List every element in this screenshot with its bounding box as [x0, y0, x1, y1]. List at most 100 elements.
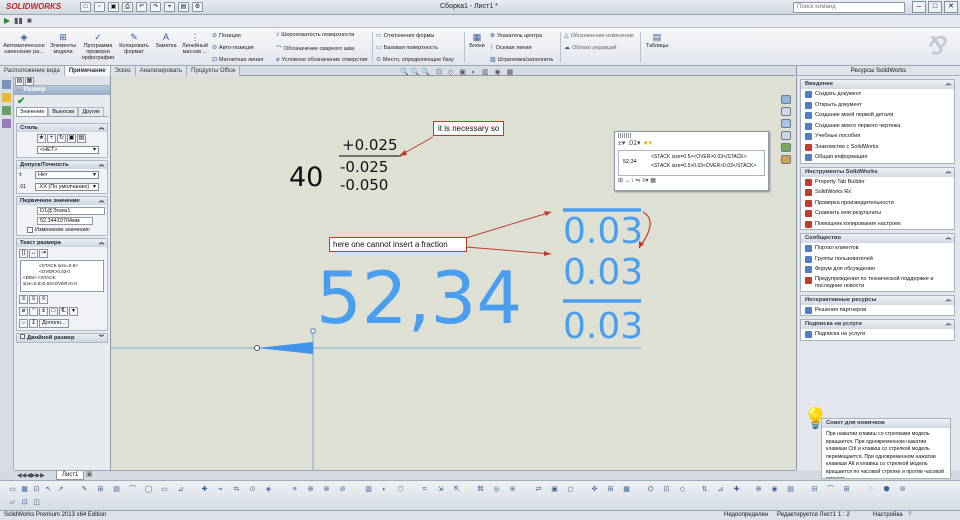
link-user-groups[interactable]: Группы пользователей [801, 254, 954, 265]
offset-text-icon[interactable]: ⇥ [39, 249, 48, 258]
centerline-button[interactable]: ┆ Осевая линия [490, 44, 532, 52]
link-solidworks-rx[interactable]: SolidWorks Rx [801, 187, 954, 198]
tool-icon-51[interactable]: ⊚ [898, 485, 907, 494]
tab-evaluate[interactable]: Анализировать [135, 66, 188, 76]
linear-pattern-button[interactable]: ⋮ Линейный массив ... [180, 32, 210, 55]
palette-style-icon[interactable]: ★▾ [643, 140, 653, 147]
depth-icon[interactable]: ↧ [29, 318, 38, 328]
config-manager-icon[interactable] [2, 106, 11, 115]
tool-icon-32[interactable]: ▣ [550, 485, 559, 494]
open-icon[interactable]: ▫ [94, 2, 105, 12]
link-intro-solidworks[interactable]: Знакомство с SolidWorks [801, 142, 954, 153]
collapse-icon[interactable]: ︽ [946, 234, 951, 243]
justify-right-icon[interactable]: ≡ [39, 295, 48, 304]
collapse-icon[interactable]: ︽ [946, 320, 951, 329]
maximize-button[interactable]: □ [928, 1, 942, 13]
pause-icon[interactable]: ▮▮ [14, 16, 23, 25]
precision-select[interactable]: .XX (По умолчанию) [35, 183, 99, 191]
link-open-doc[interactable]: Открыть документ [801, 100, 954, 111]
link-performance-check[interactable]: Проверка производительности [801, 198, 954, 209]
tool-icon-43[interactable]: ⊕ [754, 485, 763, 494]
add-parentheses-icon[interactable]: () [19, 249, 28, 258]
tool-icon-48[interactable]: ⊞ [842, 485, 851, 494]
tool-icon-28[interactable]: ⌘ [476, 485, 485, 494]
tool-icon-47[interactable]: ⌒ [826, 485, 835, 494]
tool-icon-46[interactable]: ⊟ [810, 485, 819, 494]
tool-icon-10[interactable]: ◯ [144, 485, 153, 494]
options-icon[interactable]: ⚙ [192, 2, 203, 12]
tool-icon-1[interactable]: ▭ [8, 485, 17, 494]
revision-symbol-button[interactable]: △ Обозначение изменения [564, 32, 634, 40]
justify-center-icon[interactable]: ≡ [29, 295, 38, 304]
tool-icon-35[interactable]: ⊞ [606, 485, 615, 494]
undo-icon[interactable]: ↶ [136, 2, 147, 12]
sheet-tab-1[interactable]: Лист1 [56, 471, 85, 480]
degree-icon[interactable]: ° [29, 307, 38, 316]
override-value-checkbox[interactable] [27, 227, 33, 233]
tool-icon-40[interactable]: ⇅ [700, 485, 709, 494]
tool-icon-19[interactable]: ⊕ [306, 485, 315, 494]
palette-text-box[interactable]: 52.34 <STACK size=0.5><OVER>0.03</STACK>… [618, 150, 765, 176]
tool-icon-50[interactable]: ⬢ [882, 485, 891, 494]
collapse-icon[interactable]: ︽ [99, 197, 104, 205]
center-line-icon[interactable]: ℄ [59, 307, 68, 316]
tool-icon-33[interactable]: ◻ [566, 485, 575, 494]
link-partner-solutions[interactable]: Решения партнеров [801, 305, 954, 316]
custom-props-icon[interactable] [781, 155, 791, 164]
heads-up-view-toolbar[interactable]: 🔍🔍🔍 ⊡ ◇ ▣ ◐ ▥ ◉ ▦ [400, 68, 515, 76]
tab-view-layout[interactable]: Расположение вида [0, 66, 65, 76]
dimension-text-area[interactable]: <STACK size=0.5><OVER>0.03</ <DIM> <STAC… [20, 260, 104, 292]
rebuild-icon[interactable]: ▤ [178, 2, 189, 12]
justify-left-icon[interactable]: ≡ [19, 295, 28, 304]
tool-icon-53[interactable]: ⊡ [20, 498, 29, 507]
auto-dimension-button[interactable]: ◈ Автоматическое нанесение ра... [2, 32, 46, 55]
center-dim-icon[interactable]: ↔ [29, 249, 38, 258]
ok-check-icon[interactable]: ✔ [17, 96, 25, 107]
drawing-canvas[interactable]: +0.025 -0.025 40 -0.050 it is necessary … [111, 76, 796, 470]
more-symbols-icon[interactable]: ▾ [69, 307, 78, 316]
style-add-icon[interactable]: + [47, 134, 56, 143]
hatch-fill-button[interactable]: ▨ Штриховка/заполнить [490, 56, 553, 64]
tool-icon-13[interactable]: ✚ [200, 485, 209, 494]
tool-icon-29[interactable]: ◎ [492, 485, 501, 494]
new-doc-icon[interactable]: □ [80, 2, 91, 12]
tool-icon-39[interactable]: ◇ [678, 485, 687, 494]
tab-annotation[interactable]: Примечание [64, 66, 111, 76]
tool-icon-2[interactable]: ▦ [20, 485, 29, 494]
tables-button[interactable]: ▤ Таблицы [642, 32, 672, 49]
tab-sketch[interactable]: Эскиз [110, 66, 136, 76]
resources-icon[interactable] [781, 95, 791, 104]
hole-callout-button[interactable]: ⌀ Условное обозначение отверстия [276, 56, 368, 64]
tool-icon-5[interactable]: ↗ [56, 485, 65, 494]
select-icon[interactable]: ⌖ [164, 2, 175, 12]
geometric-tolerance-button[interactable]: ▭ Отклонения формы [376, 32, 434, 40]
blocks-button[interactable]: ▦ Блоки [466, 32, 488, 49]
tool-icon-9[interactable]: ⌒ [128, 485, 137, 494]
tool-icon-49[interactable]: ◌ [866, 485, 875, 494]
tool-icon-26[interactable]: ⇲ [436, 485, 445, 494]
close-button[interactable]: ✕ [944, 1, 958, 13]
palette-tol-icon[interactable]: ±▾ [618, 140, 625, 147]
pm-tree-icon[interactable]: ▤ [15, 77, 24, 86]
link-compare-results[interactable]: Сравнить мои результаты [801, 208, 954, 219]
status-scale[interactable]: 1 : 2 [838, 511, 850, 520]
note-necessary[interactable]: it is necessary so [433, 121, 505, 136]
link-subscription[interactable]: Подписка на услуги [801, 329, 954, 340]
tool-icon-23[interactable]: ◐ [380, 485, 389, 494]
link-property-tab-builder[interactable]: Property Tab Builder [801, 177, 954, 188]
palette-symbols[interactable]: ⊞ ↔↕ ⇋ ≡▾ ▦ [615, 177, 768, 185]
help-icon[interactable]: ? [908, 511, 911, 520]
file-explorer-icon[interactable] [781, 119, 791, 128]
tool-icon-25[interactable]: ⌗ [420, 485, 429, 494]
tool-icon-42[interactable]: ✚ [732, 485, 741, 494]
minimize-button[interactable]: – [912, 1, 926, 13]
link-copy-settings[interactable]: Помощник копирования настроек [801, 219, 954, 230]
spell-check-button[interactable]: ✓ Программа проверки орфографии [80, 32, 116, 61]
tool-icon-3[interactable]: ⊡ [32, 485, 41, 494]
link-general-info[interactable]: Общая информация [801, 152, 954, 163]
surface-finish-button[interactable]: √ Шероховатость поверхности [276, 32, 354, 38]
collapse-icon[interactable]: ︽ [99, 161, 104, 169]
link-first-part[interactable]: Создание моей первой детали [801, 110, 954, 121]
collapse-icon[interactable]: ︽ [946, 296, 951, 305]
tab-office-products[interactable]: Продукты Office [187, 66, 241, 76]
